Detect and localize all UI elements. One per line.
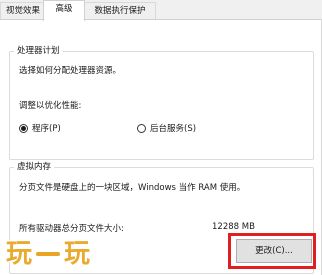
virtual-memory-title: 虚拟内存 bbox=[17, 162, 52, 172]
processor-scheduling-description: 选择如何分配处理器资源。 bbox=[19, 66, 122, 76]
tab-data-execution-prevention[interactable]: 数据执行保护 bbox=[84, 2, 156, 20]
radio-background-services-label: 后台服务(S) bbox=[150, 124, 197, 134]
tab-strip: 视觉效果 高级 数据执行保护 bbox=[0, 0, 322, 21]
radio-background-services-circle[interactable] bbox=[137, 123, 146, 133]
radio-background-services[interactable]: 后台服务(S) bbox=[137, 122, 196, 134]
tab-visual-effects[interactable]: 视觉效果 bbox=[0, 2, 46, 20]
optimize-performance-label: 调整以优化性能: bbox=[19, 101, 82, 111]
radio-programs-label: 程序(P) bbox=[32, 124, 61, 134]
advanced-panel: 处理器计划 选择如何分配处理器资源。 调整以优化性能: 程序(P) 后台服务(S… bbox=[0, 19, 322, 275]
watermark-dash bbox=[36, 252, 61, 256]
virtual-memory-description: 分页文件是硬盘上的一块区域，Windows 当作 RAM 使用。 bbox=[19, 183, 246, 193]
radio-programs[interactable]: 程序(P) bbox=[19, 122, 61, 134]
watermark-char-1: 玩 bbox=[6, 239, 33, 269]
total-paging-file-label: 所有驱动器总分页文件大小: bbox=[19, 224, 124, 234]
tab-advanced[interactable]: 高级 bbox=[43, 0, 85, 21]
radio-programs-circle[interactable] bbox=[19, 123, 28, 133]
processor-scheduling-title: 处理器计划 bbox=[17, 46, 60, 56]
radio-selected-dot bbox=[21, 125, 26, 131]
watermark-char-3: 玩 bbox=[64, 239, 91, 269]
change-button[interactable]: 更改(C)... bbox=[236, 239, 312, 263]
total-paging-file-value: 12288 MB bbox=[212, 222, 255, 232]
watermark-logo: 玩 玩 bbox=[6, 240, 90, 268]
